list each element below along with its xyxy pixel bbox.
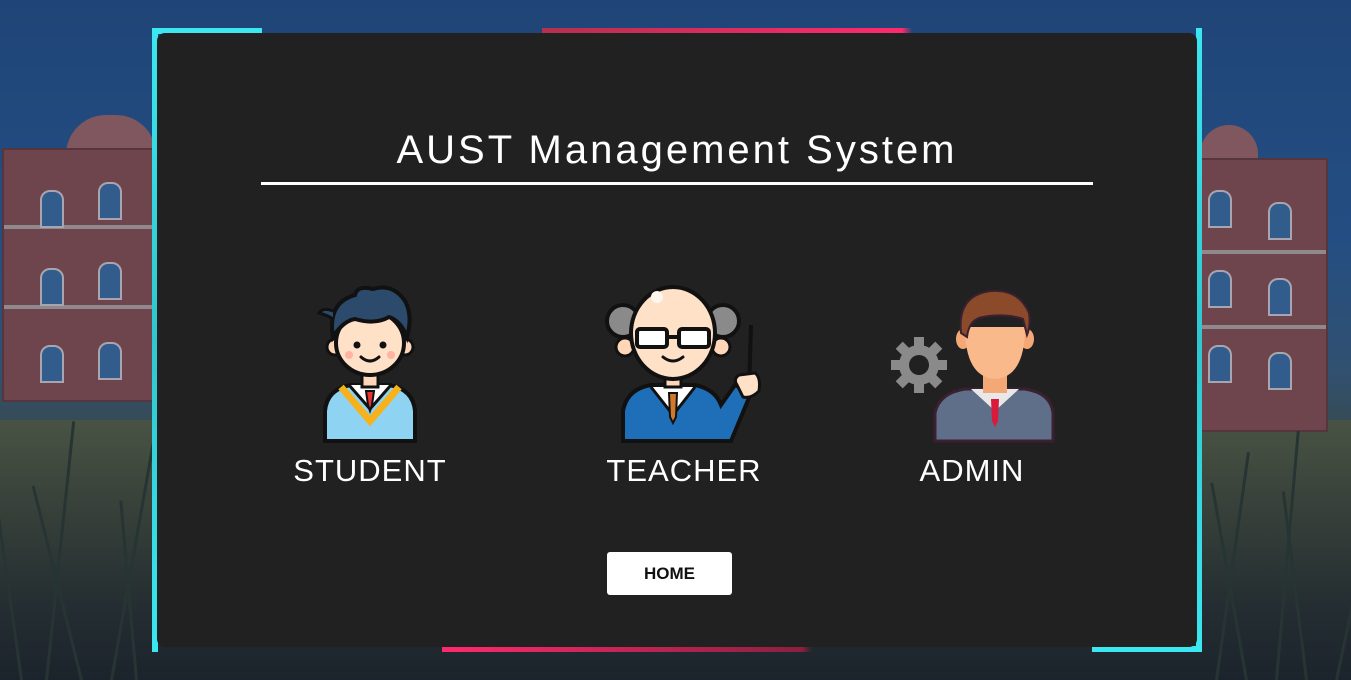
role-student-label: STUDENT <box>293 453 447 488</box>
page-title: AUST Management System <box>396 128 958 172</box>
role-student-option[interactable]: STUDENT <box>260 281 480 489</box>
login-selection-card: AUST Management System STUDENT TEACHER A… <box>157 33 1197 647</box>
role-teacher-option[interactable]: TEACHER <box>574 281 794 489</box>
student-icon <box>316 285 417 443</box>
role-admin-option[interactable]: ADMIN <box>862 281 1082 489</box>
home-button[interactable]: HOME <box>607 552 732 595</box>
role-admin-label: ADMIN <box>919 453 1025 488</box>
teacher-icon <box>605 285 761 443</box>
gear-icon <box>891 337 947 393</box>
admin-icon <box>891 289 1055 443</box>
role-teacher-label: TEACHER <box>606 453 762 488</box>
title-divider <box>261 182 1093 185</box>
